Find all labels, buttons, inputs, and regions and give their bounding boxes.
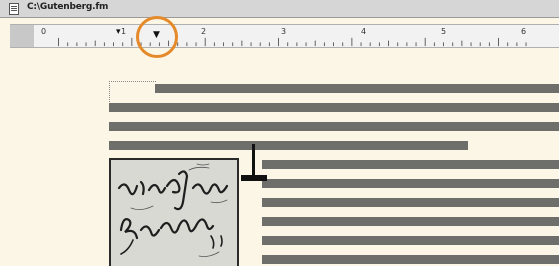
ruler-number: 4	[361, 27, 367, 36]
window-title: C:\Gutenberg.fm	[27, 2, 109, 12]
text-line	[262, 217, 559, 226]
ruler-number: 6	[521, 27, 527, 36]
indent-marker-icon[interactable]: ▾	[116, 28, 121, 37]
horizontal-ruler[interactable]: 0 1 2 3 4 5 6 ▾ ▼	[10, 24, 559, 48]
calligraphy-drawing	[111, 160, 237, 266]
ruler-number: 3	[281, 27, 287, 36]
calligraphy-image[interactable]	[109, 158, 239, 266]
text-insertion-cursor-icon	[252, 144, 255, 178]
text-line	[155, 84, 559, 93]
ruler-number: 5	[441, 27, 447, 36]
text-line	[262, 255, 559, 264]
text-line	[109, 141, 468, 150]
ruler-number: 0	[41, 27, 47, 36]
text-insertion-cursor-base	[241, 175, 267, 181]
text-line	[109, 103, 559, 112]
highlight-circle	[136, 16, 178, 58]
ruler-number: 1	[121, 27, 127, 36]
text-line	[262, 160, 559, 169]
text-line	[262, 198, 559, 207]
window-titlebar: C:\Gutenberg.fm	[0, 0, 559, 18]
document-icon	[9, 3, 19, 15]
text-line	[262, 236, 559, 245]
text-line	[262, 179, 559, 188]
ruler-number: 2	[201, 27, 207, 36]
text-line	[109, 122, 559, 131]
